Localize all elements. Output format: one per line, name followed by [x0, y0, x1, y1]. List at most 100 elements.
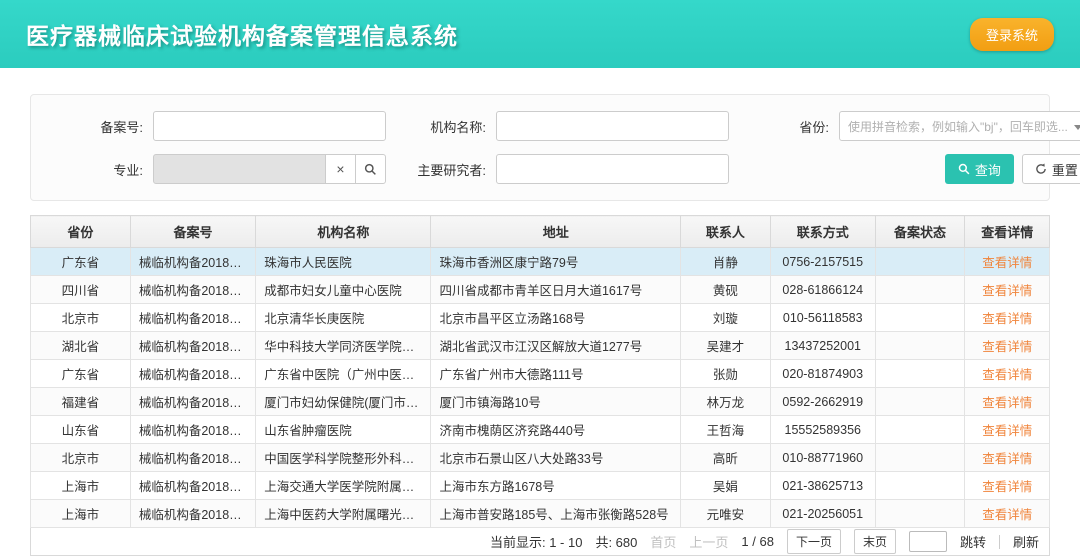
- table-cell: 华中科技大学同济医学院附属协和医院: [256, 332, 431, 360]
- table-cell: 械临机构备201800009: [130, 472, 255, 500]
- first-page-button[interactable]: 首页: [650, 532, 676, 551]
- view-detail-link[interactable]: 查看详情: [982, 368, 1032, 382]
- table-cell: 北京市昌平区立汤路168号: [431, 304, 681, 332]
- table-cell: [875, 416, 965, 444]
- table-cell: [875, 360, 965, 388]
- results-table-wrap: 省份备案号机构名称地址联系人联系方式备案状态查看详情 广东省械临机构备20180…: [30, 215, 1050, 556]
- table-cell: 查看详情: [965, 388, 1050, 416]
- clear-icon: ×: [336, 161, 344, 177]
- table-row: 北京市械临机构备201800008中国医学科学院整形外科医院北京市石景山区八大处…: [31, 444, 1050, 472]
- pagination-bar: 当前显示: 1 - 10 共: 680 首页 上一页 1 / 68 下一页 末页…: [30, 528, 1050, 556]
- view-detail-link[interactable]: 查看详情: [982, 396, 1032, 410]
- current-display-text: 当前显示: 1 - 10: [490, 532, 582, 551]
- table-cell: 高昕: [681, 444, 771, 472]
- specialty-clear-button[interactable]: ×: [325, 154, 356, 184]
- table-cell: 械临机构备201800006: [130, 388, 255, 416]
- view-detail-link[interactable]: 查看详情: [982, 480, 1032, 494]
- table-row: 湖北省械临机构备201800004华中科技大学同济医学院附属协和医院湖北省武汉市…: [31, 332, 1050, 360]
- table-cell: 020-81874903: [770, 360, 875, 388]
- pi-field: 主要研究者:: [394, 154, 729, 184]
- table-cell: 021-38625713: [770, 472, 875, 500]
- org-name-input[interactable]: [496, 111, 729, 141]
- record-no-input[interactable]: [153, 111, 386, 141]
- view-detail-link[interactable]: 查看详情: [982, 452, 1032, 466]
- specialty-search-button[interactable]: [355, 154, 386, 184]
- view-detail-link[interactable]: 查看详情: [982, 256, 1032, 270]
- province-placeholder: 使用拼音检索，例如输入"bj"，回车即选...: [848, 118, 1068, 135]
- view-detail-link[interactable]: 查看详情: [982, 424, 1032, 438]
- table-cell: 北京市石景山区八大处路33号: [431, 444, 681, 472]
- table-cell: 厦门市镇海路10号: [431, 388, 681, 416]
- table-cell: 济南市槐荫区济兖路440号: [431, 416, 681, 444]
- table-cell: 械临机构备201800002: [130, 276, 255, 304]
- last-page-button[interactable]: 末页: [854, 529, 896, 554]
- table-cell: 湖北省: [31, 332, 131, 360]
- table-cell: 广东省广州市大德路111号: [431, 360, 681, 388]
- table-row: 山东省械临机构备201800007山东省肿瘤医院济南市槐荫区济兖路440号王哲海…: [31, 416, 1050, 444]
- org-name-field: 机构名称:: [394, 111, 729, 141]
- column-header: 查看详情: [965, 216, 1050, 248]
- login-button[interactable]: 登录系统: [970, 18, 1054, 51]
- view-detail-link[interactable]: 查看详情: [982, 284, 1032, 298]
- specialty-group: ×: [153, 154, 386, 184]
- search-button[interactable]: 查询: [945, 154, 1014, 184]
- pi-input[interactable]: [496, 154, 729, 184]
- table-cell: 010-88771960: [770, 444, 875, 472]
- table-cell: 上海交通大学医学院附属上海儿童...: [256, 472, 431, 500]
- table-row: 广东省械临机构备201800001珠海市人民医院珠海市香洲区康宁路79号肖静07…: [31, 248, 1050, 276]
- table-row: 四川省械临机构备201800002成都市妇女儿童中心医院四川省成都市青羊区日月大…: [31, 276, 1050, 304]
- table-cell: 械临机构备201800008: [130, 444, 255, 472]
- table-header-row: 省份备案号机构名称地址联系人联系方式备案状态查看详情: [31, 216, 1050, 248]
- view-detail-link[interactable]: 查看详情: [982, 340, 1032, 354]
- table-row: 上海市械临机构备201800009上海交通大学医学院附属上海儿童...上海市东方…: [31, 472, 1050, 500]
- table-cell: 珠海市人民医院: [256, 248, 431, 276]
- table-cell: 北京市: [31, 444, 131, 472]
- table-cell: 械临机构备201800005: [130, 360, 255, 388]
- table-cell: 元唯安: [681, 500, 771, 528]
- table-cell: 0592-2662919: [770, 388, 875, 416]
- table-cell: 查看详情: [965, 500, 1050, 528]
- view-detail-link[interactable]: 查看详情: [982, 312, 1032, 326]
- prev-page-button[interactable]: 上一页: [689, 532, 728, 551]
- table-cell: 查看详情: [965, 304, 1050, 332]
- table-cell: 四川省: [31, 276, 131, 304]
- specialty-field: 专业: ×: [51, 154, 386, 184]
- jump-button[interactable]: 跳转: [960, 532, 986, 551]
- table-cell: [875, 332, 965, 360]
- table-cell: 上海市: [31, 500, 131, 528]
- province-field: 省份: 使用拼音检索，例如输入"bj"，回车即选...: [737, 111, 1080, 141]
- search-icon: [958, 163, 970, 175]
- table-cell: 查看详情: [965, 472, 1050, 500]
- table-body: 广东省械临机构备201800001珠海市人民医院珠海市香洲区康宁路79号肖静07…: [31, 248, 1050, 528]
- table-cell: [875, 248, 965, 276]
- reset-button[interactable]: 重置: [1022, 154, 1080, 184]
- view-detail-link[interactable]: 查看详情: [982, 508, 1032, 522]
- table-cell: 010-56118583: [770, 304, 875, 332]
- table-cell: 查看详情: [965, 444, 1050, 472]
- table-cell: 查看详情: [965, 416, 1050, 444]
- org-name-label: 机构名称:: [394, 117, 486, 136]
- table-cell: 查看详情: [965, 360, 1050, 388]
- page-title: 医疗器械临床试验机构备案管理信息系统: [26, 17, 458, 51]
- table-cell: 上海市东方路1678号: [431, 472, 681, 500]
- column-header: 备案状态: [875, 216, 965, 248]
- reset-button-label: 重置: [1052, 160, 1078, 179]
- column-header: 地址: [431, 216, 681, 248]
- table-cell: 北京清华长庚医院: [256, 304, 431, 332]
- jump-page-input[interactable]: [909, 531, 947, 552]
- table-cell: 广东省: [31, 360, 131, 388]
- province-select[interactable]: 使用拼音检索，例如输入"bj"，回车即选...: [839, 111, 1080, 141]
- refresh-button[interactable]: 刷新: [1013, 532, 1039, 551]
- column-header: 联系方式: [770, 216, 875, 248]
- results-table: 省份备案号机构名称地址联系人联系方式备案状态查看详情 广东省械临机构备20180…: [30, 215, 1050, 528]
- table-header: 省份备案号机构名称地址联系人联系方式备案状态查看详情: [31, 216, 1050, 248]
- next-page-button[interactable]: 下一页: [787, 529, 841, 554]
- table-cell: [875, 500, 965, 528]
- table-cell: 成都市妇女儿童中心医院: [256, 276, 431, 304]
- table-cell: 13437252001: [770, 332, 875, 360]
- table-cell: 0756-2157515: [770, 248, 875, 276]
- record-no-field: 备案号:: [51, 111, 386, 141]
- table-cell: 王哲海: [681, 416, 771, 444]
- divider: [999, 535, 1000, 549]
- province-label: 省份:: [737, 117, 829, 136]
